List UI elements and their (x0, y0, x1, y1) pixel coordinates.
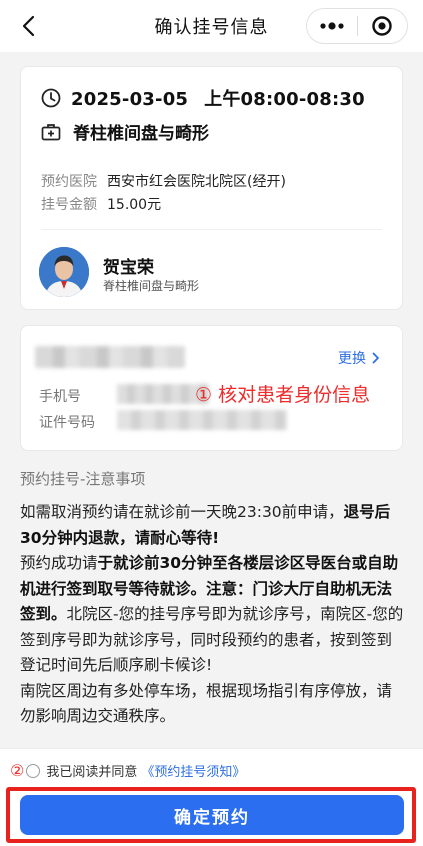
agreement-text: 我已阅读并同意 (46, 765, 138, 780)
hospital-value: 西安市红会医院北院区(经开) (107, 174, 286, 190)
back-button[interactable] (14, 12, 42, 40)
agreement-row: ② 我已阅读并同意 《预约挂号须知》 (10, 761, 245, 780)
page-title: 确认挂号信息 (154, 17, 269, 38)
department-row: 脊柱椎间盘与畸形 (41, 119, 209, 144)
hospital-row: 预约医院 西安市红会医院北院区(经开) (41, 171, 286, 191)
notice-queue-text: 北院区-您的挂号序号即为就诊序号，南院区-您的签到序号即为就诊序号，同时段预约的… (20, 605, 404, 674)
more-dots-icon (320, 22, 344, 30)
more-button[interactable] (307, 9, 357, 43)
notice-content: 如需取消预约请在就诊前一天晚23:30前申请，退号后30分钟内退款，请耐心等待!… (20, 500, 406, 746)
department-name: 脊柱椎间盘与畸形 (73, 124, 209, 144)
annotation-step-two: ② (10, 761, 25, 780)
notice-title: 预约挂号-注意事项 (20, 470, 146, 488)
mini-program-capsule (306, 8, 408, 44)
change-patient-link[interactable]: 更换 (338, 348, 380, 368)
chevron-left-icon (22, 15, 35, 37)
card-divider (41, 229, 382, 230)
close-mini-program-button[interactable] (358, 9, 408, 43)
annotation-verify-identity: ① 核对患者身份信息 (195, 384, 371, 406)
doctor-avatar (39, 247, 89, 297)
notice-cancel-text: 如需取消预约请在就诊前一天晚23:30前申请， (20, 503, 344, 521)
appointment-slot: 上午08:00-08:30 (204, 89, 365, 110)
agreement-radio[interactable] (26, 763, 41, 778)
appointment-time: 2025-03-05 上午08:00-08:30 (71, 85, 365, 111)
appointment-card: 2025-03-05 上午08:00-08:30 脊柱椎间盘与畸形 预约医院 西安… (20, 66, 403, 310)
doctor-name: 贺宝荣 (103, 258, 154, 278)
appointment-date: 2025-03-05 (71, 89, 189, 110)
fee-row: 挂号金额 15.00元 (41, 194, 161, 214)
phone-label: 手机号 (39, 389, 81, 405)
time-row: 2025-03-05 上午08:00-08:30 (41, 85, 365, 111)
doctor-department: 脊柱椎间盘与畸形 (103, 279, 200, 293)
notice-parking-text: 南院区周边有多处停车场，根据现场指引有序停放，请勿影响周边交通秩序。 (20, 681, 393, 726)
doctor-portrait-icon (39, 247, 89, 297)
change-patient-label: 更换 (338, 351, 366, 367)
bottom-action-bar: ② 我已阅读并同意 《预约挂号须知》 确定预约 (0, 748, 423, 846)
patient-name-redacted (35, 346, 185, 368)
fee-value: 15.00元 (107, 197, 162, 213)
patient-card: 更换 手机号 证件号码 ① 核对患者身份信息 (20, 325, 403, 451)
id-number-label: 证件号码 (39, 415, 95, 431)
clock-icon (41, 88, 61, 108)
fee-label: 挂号金额 (41, 197, 97, 213)
nav-header: 确认挂号信息 (0, 0, 423, 52)
agreement-link[interactable]: 《预约挂号须知》 (141, 761, 245, 780)
target-close-icon (372, 16, 392, 36)
medical-kit-icon (41, 123, 61, 140)
id-number-redacted (117, 410, 287, 430)
confirm-appointment-button[interactable]: 确定预约 (20, 795, 404, 835)
chevron-right-icon (372, 352, 379, 364)
notice-checkin-prefix: 预约成功请 (20, 554, 98, 572)
hospital-label: 预约医院 (41, 174, 97, 190)
